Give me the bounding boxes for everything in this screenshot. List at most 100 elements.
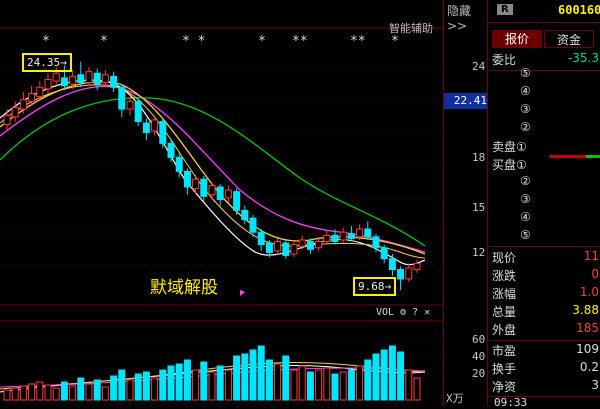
volume-bar [167,365,175,401]
candle-body [208,184,216,196]
buy-level-4: ④ [488,210,600,228]
candle-body [192,178,200,190]
volume-bar [339,371,347,401]
signal-star: * [391,34,399,49]
volume-bar [142,371,150,401]
volume-bar [315,369,323,401]
volume-bars [3,345,421,401]
price-tick: 15 [472,201,486,214]
stat-value: 3.88 [572,303,599,317]
candle-body [257,231,265,246]
volume-bar [380,349,388,401]
candle-body [233,191,241,211]
stat-value: 1.0 [579,285,599,299]
price-tick: 12 [472,246,486,259]
time-label: 09:33 [494,396,528,409]
tab-funds[interactable]: 资金 [544,30,594,48]
candle-body [101,74,109,84]
sell-2-label: ② [520,120,531,134]
sell-level-5: ⑤ [488,66,600,84]
candle-body [388,258,396,271]
volume-bar [183,359,191,401]
candle-body [11,107,19,118]
buy-level-2: ② [488,174,600,192]
close-icon[interactable]: ✕ [424,307,430,318]
candle-body [306,241,314,250]
volume-bar [405,369,413,401]
smart-assist-link[interactable]: 智能辅助 [389,20,433,36]
low-price-value: 9.68 [358,280,385,293]
hide-panel-button[interactable]: 隐藏>> [447,2,488,33]
vol-tick: 20 [472,367,486,380]
volume-bar [159,369,167,401]
volume-bar [233,355,241,401]
candle-body [93,72,101,85]
stat-row: 总量 3.88 [488,303,600,321]
volume-bar [282,355,290,401]
arrow-right-icon: → [384,280,392,293]
signal-star: ** [292,34,308,49]
volume-bar [126,379,134,401]
sell-4-label: ④ [520,84,531,98]
stat-label: 净资 [492,380,517,394]
signal-star: * [42,34,50,49]
candle-body [175,156,183,172]
help-icon[interactable]: ? [412,307,418,318]
buy-level-3: ③ [488,192,600,210]
candle-body [380,247,388,260]
volume-bar [110,375,118,401]
volume-bar [44,384,52,401]
candle-body [347,233,355,239]
volume-bar [241,353,249,401]
candle-body [265,242,273,253]
sell-level-4: ④ [488,84,600,102]
kline-chart[interactable]: * * * * * ** ** * 智能辅助 24.35→ 9.68→ 默域解股… [0,0,443,406]
sell-level-3: ③ [488,102,600,120]
candle-body [216,186,224,200]
candle-body [183,170,191,188]
sell-3-label: ③ [520,102,531,116]
candle-body [274,241,282,252]
candle-body [44,78,52,90]
volume-bar [93,379,101,401]
candle-body [397,269,405,280]
price-tick: 18 [472,151,486,164]
volume-bar [249,349,257,401]
stat-value: 185 [576,321,599,335]
candle-body [282,242,290,257]
candle-body [167,142,175,158]
buy-1-label: 买盘① [492,158,527,172]
stat-value: 109 [576,342,599,356]
candle-body [315,241,323,249]
ratio-value: -35.3 [567,51,599,65]
ma60-line [0,97,426,247]
candle-body [36,86,44,98]
gear-icon[interactable]: ⚙ [400,307,406,318]
volume-bar [257,345,265,401]
arrow-marker [240,290,245,296]
volume-bar [331,373,339,401]
candle-body [298,239,306,247]
current-price-tag: 22.41 [444,93,487,109]
candle-body [241,209,249,221]
buy-2-label: ② [520,174,531,188]
volume-bar [372,353,380,401]
arrow-right-icon: → [60,56,67,69]
candle-body [224,189,232,199]
volume-bar [36,381,44,401]
volume-bar [175,363,183,401]
stat-label: 现价 [492,251,517,265]
candle-body [69,75,77,85]
stat-value: 0.2 [579,360,599,374]
buy-3-label: ③ [520,192,531,206]
low-price-annotation: 9.68→ [353,277,397,296]
candle-body [159,121,167,144]
candle-body [110,75,118,88]
volume-bar [200,361,208,401]
tab-quote[interactable]: 报价 [492,30,542,48]
candle-body [142,122,150,133]
tab-bar: 报价 资金 [488,30,600,48]
quote-panel: R 600160 报价 资金 委比 -35.3 ⑤ ④ ③ ② 卖盘① 买盘① … [487,0,600,409]
candle-body [405,267,413,280]
candle-body [52,72,60,82]
